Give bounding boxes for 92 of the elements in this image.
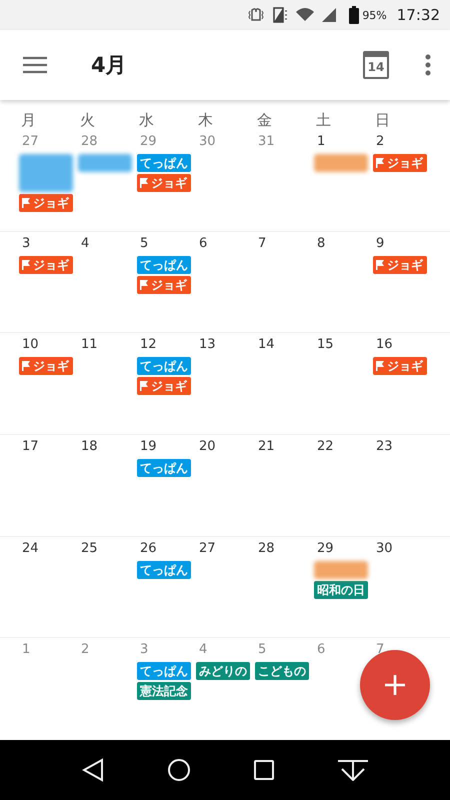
day-number: 4 [81,236,90,251]
flag-icon [376,361,384,372]
day-number: 13 [199,337,216,352]
weekday-label: 木 [198,111,214,130]
day-number: 31 [258,134,275,149]
day-number: 12 [140,337,157,352]
day-number: 3 [140,642,148,658]
flag-icon [140,280,148,290]
day-number: 8 [317,236,326,251]
day-number: 27 [199,540,216,556]
flag-icon [140,178,148,188]
more-icon [425,54,431,76]
day-number: 14 [258,337,275,352]
event-chip[interactable]: ジョギ [19,357,73,376]
day-number: 25 [81,540,98,556]
clock-time: 17:32 [396,6,440,24]
event-chip[interactable]: てっぱん [137,357,191,376]
day-number: 1 [22,642,30,658]
day-number: 28 [258,540,275,556]
day-number: 29 [317,540,334,556]
event-chip[interactable]: ジョギ [19,194,73,212]
flag-icon [376,260,384,270]
flag-icon [22,361,30,372]
signal-icon [321,7,338,23]
battery-icon [349,6,360,24]
event-chip[interactable]: ジョギ [137,174,191,192]
event-chip[interactable]: 憲法記念 [137,682,191,700]
event-chip[interactable]: ジョギ [373,357,427,376]
day-number: 29 [140,134,157,149]
event-chip[interactable]: ジョギ [19,256,73,274]
day-number: 20 [199,438,216,454]
weekday-label: 水 [139,111,155,130]
hide-keyboard-icon[interactable] [336,759,368,781]
day-number: 5 [258,642,266,658]
weekday-label: 火 [80,111,96,130]
menu-icon [23,56,47,74]
day-number: 10 [22,337,39,352]
day-number: 3 [22,236,30,251]
event-chip[interactable]: ジョギ [137,276,191,294]
event-chip[interactable]: てっぱん [137,662,191,680]
day-number: 6 [317,642,326,658]
flag-icon [376,158,384,168]
weekday-label: 月 [21,111,37,130]
event-chip[interactable]: てっぱん [137,256,191,274]
day-number: 18 [81,438,98,454]
day-number: 4 [199,642,208,658]
home-icon[interactable] [166,758,190,782]
today-button[interactable]: 14 [363,51,389,79]
day-number: 6 [199,236,208,251]
day-number: 17 [22,438,39,454]
day-number: 2 [81,642,90,658]
day-number: 2 [376,134,384,149]
month-title: 4月 [91,52,127,79]
day-number: 24 [22,540,39,556]
weekday-label: 日 [375,111,391,130]
day-number: 30 [199,134,216,149]
day-number: 28 [81,134,98,149]
day-number: 1 [317,134,326,149]
flag-icon [22,198,30,208]
flag-icon [140,381,148,392]
day-number: 21 [258,438,275,454]
day-number: 7 [258,236,266,251]
day-number: 15 [317,337,334,352]
day-number: 9 [376,236,384,251]
battery-percent: 95% [362,8,387,22]
flag-icon [22,260,30,270]
day-number: 23 [376,438,393,454]
event-chip[interactable]: ジョギ [137,377,191,396]
event-chip[interactable]: こどもの [255,662,309,680]
event-chip[interactable]: てっぱん [137,560,191,579]
back-icon[interactable] [82,758,104,782]
phone-rotate-icon [271,6,290,24]
event-chip[interactable]: てっぱん [137,458,191,477]
day-number: 22 [317,438,334,454]
event-chip[interactable]: てっぱん [137,154,191,172]
day-number: 19 [140,438,157,454]
event-chip[interactable]: ジョギ [373,154,427,172]
day-number: 26 [140,540,157,556]
day-number: 16 [376,337,393,352]
event-chip[interactable]: みどりの [196,662,250,680]
event-chip[interactable]: 昭和の日 [314,580,368,599]
weekday-label: 土 [316,111,332,130]
day-number: 7 [376,642,384,658]
plus-icon [385,675,405,695]
day-number: 11 [81,337,98,352]
weekday-label: 金 [257,111,273,130]
recents-icon[interactable] [254,760,274,780]
day-number: 30 [376,540,393,556]
wifi-icon [295,6,316,24]
event-chip[interactable]: ジョギ [373,256,427,274]
day-number: 5 [140,236,148,251]
day-number: 27 [22,134,39,149]
